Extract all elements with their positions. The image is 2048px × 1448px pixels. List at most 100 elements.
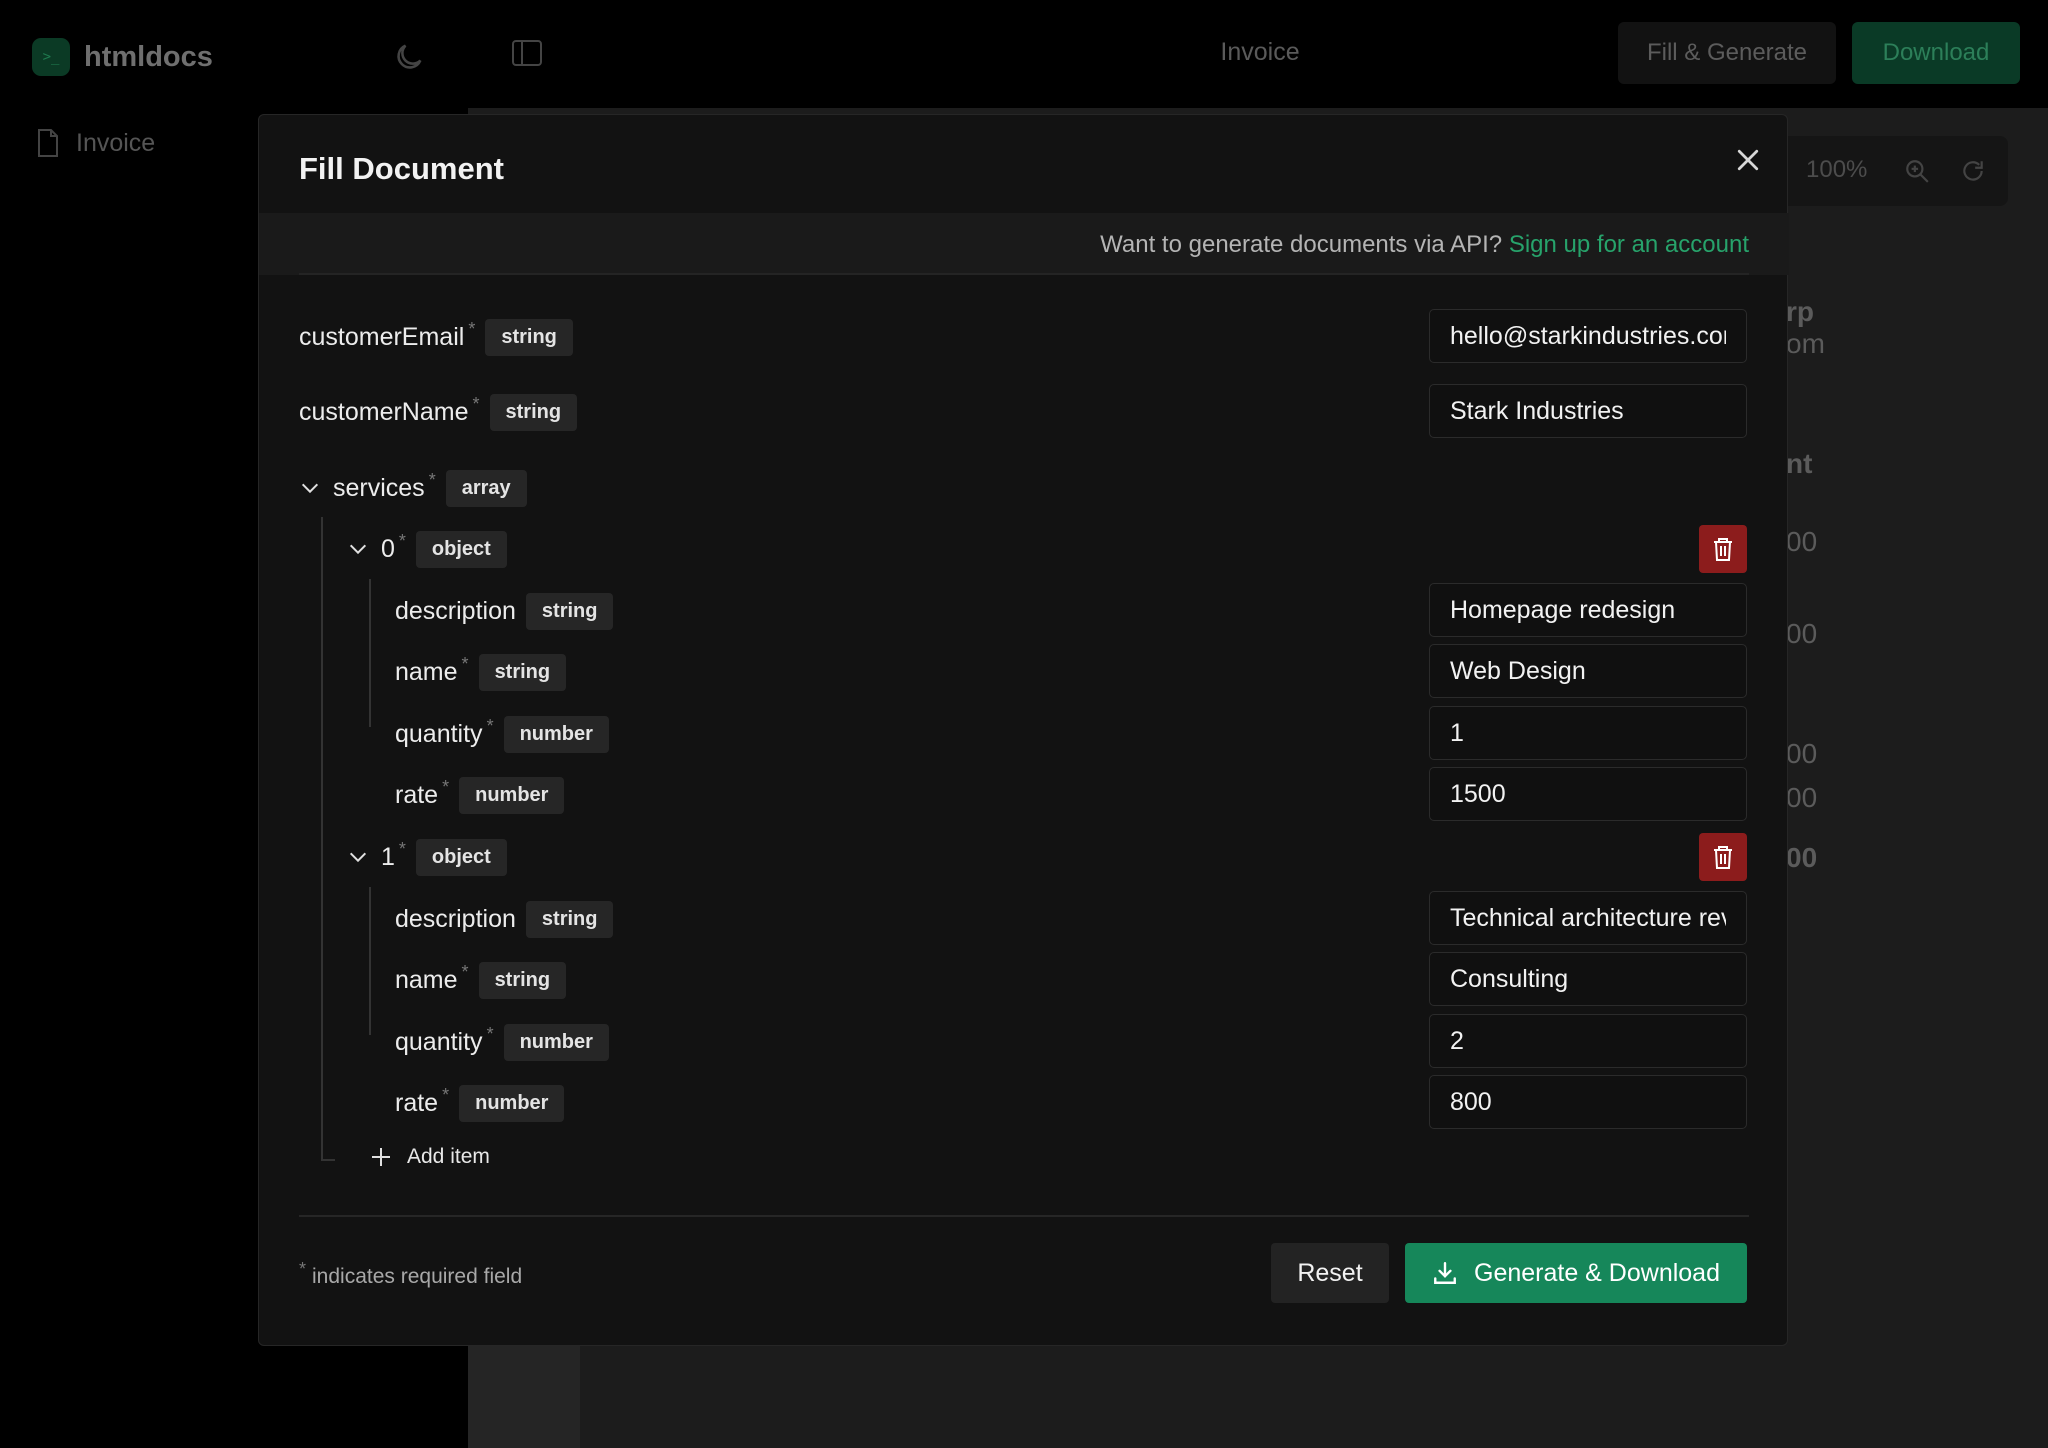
download-icon — [1434, 1262, 1456, 1284]
required-mark: * — [472, 393, 480, 414]
tree-guide — [369, 579, 371, 727]
preview-text: om — [1786, 328, 1825, 359]
required-mark: * — [299, 1259, 307, 1279]
type-badge: object — [415, 838, 507, 876]
fill-generate-button[interactable]: Fill & Generate — [1618, 22, 1836, 84]
generate-label: Generate & Download — [1474, 1258, 1720, 1287]
field-label: description — [395, 904, 516, 933]
divider — [299, 1215, 1749, 1217]
brand-name: htmldocs — [84, 40, 213, 73]
trash-icon — [1714, 538, 1732, 561]
delete-item-button[interactable] — [1699, 833, 1747, 881]
type-badge: number — [459, 1084, 565, 1122]
close-icon[interactable] — [1733, 145, 1763, 175]
preview-text: 00 — [1786, 526, 1818, 557]
type-badge: object — [415, 530, 507, 568]
add-item-button[interactable]: Add item — [369, 1145, 490, 1169]
zoom-in-icon[interactable] — [1904, 158, 1930, 184]
required-mark: * — [398, 838, 406, 859]
field-label: rate — [395, 1088, 439, 1117]
reset-button[interactable]: Reset — [1271, 1243, 1389, 1303]
field-customer-email: customerEmail * string — [299, 315, 573, 359]
plus-icon — [372, 1148, 390, 1166]
generate-download-button[interactable]: Generate & Download — [1405, 1243, 1747, 1303]
rate-input[interactable] — [1429, 1075, 1747, 1129]
add-item-label: Add item — [407, 1145, 490, 1168]
panel-toggle-icon[interactable] — [512, 40, 542, 66]
required-footnote: * indicates required field — [299, 1259, 523, 1289]
api-prompt: Want to generate documents via API? — [1100, 231, 1503, 258]
quantity-input[interactable] — [1429, 1014, 1747, 1068]
required-mark: * — [486, 715, 494, 736]
required-mark: * — [468, 318, 476, 339]
preview-text: 00 — [1786, 782, 1818, 813]
required-mark: * — [461, 961, 469, 982]
field-label: quantity — [395, 1027, 483, 1056]
required-mark: * — [428, 469, 436, 490]
field-quantity: quantity * number — [395, 712, 609, 756]
preview-text: 00 — [1786, 842, 1818, 873]
delete-item-button[interactable] — [1699, 525, 1747, 573]
preview-text: 00 — [1786, 738, 1818, 769]
preview-text: rp — [1786, 296, 1814, 327]
field-label: rate — [395, 780, 439, 809]
array-item-1: 1 * object — [347, 835, 507, 879]
sign-up-link[interactable]: Sign up for an account — [1509, 231, 1749, 258]
type-badge: array — [445, 469, 527, 507]
trash-icon — [1714, 846, 1732, 869]
field-name: name * string — [395, 650, 567, 694]
chevron-down-icon[interactable] — [347, 846, 369, 868]
field-label: name — [395, 657, 458, 686]
name-input[interactable] — [1429, 952, 1747, 1006]
field-label: description — [395, 596, 516, 625]
type-badge: number — [503, 1023, 609, 1061]
required-mark: * — [486, 1023, 494, 1044]
preview-gutter — [468, 1330, 580, 1448]
brand[interactable]: >_ htmldocs — [32, 38, 213, 76]
field-rate: rate * number — [395, 1081, 565, 1125]
type-badge: number — [503, 715, 609, 753]
rate-input[interactable] — [1429, 767, 1747, 821]
sidebar-item-label: Invoice — [76, 128, 156, 157]
footnote-text: indicates required field — [312, 1265, 523, 1288]
item-index: 1 — [381, 842, 395, 871]
chevron-down-icon[interactable] — [299, 477, 321, 499]
preview-text: nt — [1786, 448, 1813, 479]
description-input[interactable] — [1429, 891, 1747, 945]
divider — [299, 273, 1749, 275]
field-services: services * array — [299, 466, 527, 510]
moon-icon[interactable] — [392, 40, 426, 74]
tree-guide — [321, 517, 323, 1161]
field-quantity: quantity * number — [395, 1020, 609, 1064]
dialog-title: Fill Document — [299, 151, 504, 186]
field-label: name — [395, 965, 458, 994]
field-label: customerName — [299, 397, 469, 426]
reset-zoom-icon[interactable] — [1960, 158, 1986, 184]
preview-text: 00 — [1786, 618, 1818, 649]
customer-name-input[interactable] — [1429, 384, 1747, 438]
field-label: services — [333, 473, 425, 502]
array-item-0: 0 * object — [347, 527, 507, 571]
field-name: name * string — [395, 958, 567, 1002]
document-title: Invoice — [1220, 38, 1300, 66]
required-mark: * — [398, 530, 406, 551]
tree-guide — [321, 1159, 335, 1161]
field-description: description string — [395, 589, 614, 633]
description-input[interactable] — [1429, 583, 1747, 637]
name-input[interactable] — [1429, 644, 1747, 698]
quantity-input[interactable] — [1429, 706, 1747, 760]
field-description: description string — [395, 897, 614, 941]
sidebar-item-invoice[interactable]: Invoice — [36, 128, 155, 158]
download-button[interactable]: Download — [1852, 22, 2020, 84]
field-label: quantity — [395, 719, 483, 748]
terminal-logo-icon: >_ — [32, 38, 70, 76]
field-customer-name: customerName * string — [299, 390, 578, 434]
customer-email-input[interactable] — [1429, 309, 1747, 363]
required-mark: * — [442, 1084, 450, 1105]
type-badge: number — [459, 776, 565, 814]
api-banner: Want to generate documents via API? Sign… — [259, 213, 1789, 275]
zoom-level: 100% — [1806, 156, 1868, 183]
field-rate: rate * number — [395, 773, 565, 817]
fill-document-dialog: Fill Document Want to generate documents… — [258, 114, 1789, 1346]
chevron-down-icon[interactable] — [347, 538, 369, 560]
